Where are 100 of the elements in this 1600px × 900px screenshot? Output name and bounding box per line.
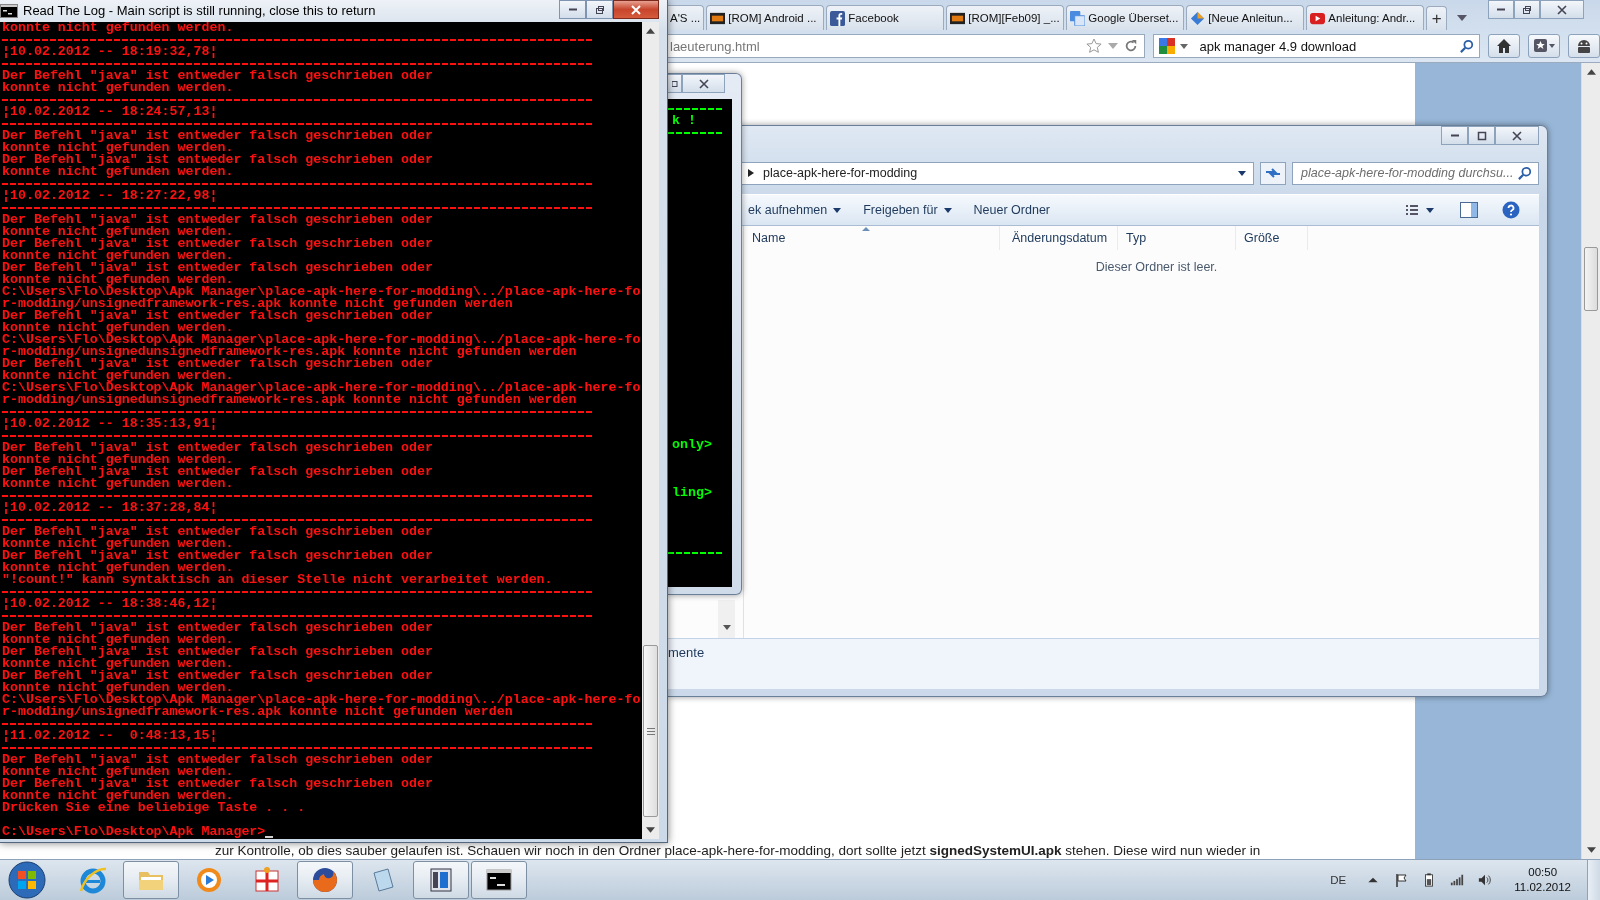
maximize-button[interactable]	[1468, 126, 1495, 145]
close-icon	[698, 78, 709, 89]
scrollbar-thumb[interactable]	[643, 645, 658, 817]
scrollbar-thumb[interactable]	[1584, 247, 1598, 311]
list-view-icon	[1406, 204, 1436, 216]
dropdown-icon[interactable]	[1180, 43, 1189, 49]
console-prompt: C:\Users\Flo\Desktop\Apk Manager>	[2, 826, 266, 838]
facebook-icon	[830, 10, 846, 26]
refresh-button[interactable]	[1260, 161, 1286, 185]
console-line: konnte nicht gefunden werden.	[2, 538, 234, 550]
close-button[interactable]	[613, 0, 659, 19]
toolbar-button[interactable]: Freigeben für	[859, 200, 956, 220]
minimize-icon	[568, 8, 577, 11]
taskbar-button[interactable]	[471, 861, 527, 899]
console-line: k !	[671, 115, 697, 127]
restore-button[interactable]	[586, 0, 613, 19]
home-icon	[1496, 38, 1513, 54]
console-line: Der Befehl "java" ist entweder falsch geschrieben oder	[2, 310, 433, 322]
tab-list-icon[interactable]	[1457, 15, 1468, 21]
search-field[interactable]: place-apk-here-for-modding durchsu...	[1292, 161, 1539, 185]
console-line: Der Befehl "java" ist entweder falsch geschrieben oder	[2, 622, 434, 634]
site-icon	[710, 10, 726, 26]
column-header[interactable]: Typ	[1118, 226, 1236, 250]
column-header[interactable]: Größe	[1236, 226, 1308, 250]
console-line: konnte nicht gefunden werden.	[2, 634, 234, 646]
console-line: konnte nicht gefunden werden.	[2, 22, 235, 34]
new-tab-button[interactable]: +	[1426, 6, 1448, 30]
start-button[interactable]	[7, 860, 47, 900]
scrollbar[interactable]	[642, 22, 659, 839]
dropdown-icon[interactable]	[1238, 170, 1246, 176]
clock-time[interactable]: 00:50	[1528, 865, 1558, 880]
fox-globe-icon	[310, 865, 340, 895]
signal-icon[interactable]	[1450, 873, 1465, 887]
close-icon	[1512, 130, 1522, 141]
bookmark-star-icon[interactable]	[1086, 38, 1103, 54]
maximize-icon	[1476, 130, 1487, 141]
search-icon[interactable]	[1460, 39, 1475, 53]
console-line: ¦10.02.2012 -- 18:35:13,91¦	[2, 418, 219, 430]
minimize-icon	[1450, 134, 1459, 137]
taskbar-button[interactable]	[297, 861, 353, 899]
diamond-icon	[1190, 10, 1206, 26]
browser-tab[interactable]: Anleitung: Andr...	[1306, 5, 1425, 30]
console-line: konnte nicht gefunden werden.	[2, 766, 234, 778]
browser-tab[interactable]: Google Überset...	[1066, 5, 1185, 30]
search-field[interactable]: apk manager 4.9 download	[1153, 34, 1481, 58]
home-button[interactable]	[1488, 34, 1521, 58]
console-line: Der Befehl "java" ist entweder falsch geschrieben oder	[2, 466, 434, 478]
console-line: konnte nicht gefunden werden.	[2, 454, 234, 466]
console-line: r-modding/unsignedunsignedframework-res.apk konnte nicht gefunden werden	[2, 394, 577, 406]
browser-tab[interactable]: [ROM][Feb09] _...	[946, 5, 1065, 30]
window-title: Read The Log - Main script is still running, close this to return	[23, 3, 376, 18]
reload-icon[interactable]	[1124, 39, 1139, 53]
scroll-down-icon[interactable]	[646, 827, 655, 833]
bookmarks-button[interactable]	[1528, 34, 1561, 58]
toolbar-button[interactable]: ek aufnehmen	[744, 200, 846, 220]
console-line: Der Befehl "java" ist entweder falsch geschrieben oder	[2, 754, 434, 766]
console-line: C:\Users\Flo\Desktop\Apk Manager\place-apk-here-for-modding\../place-apk-here-fo	[2, 334, 642, 346]
taskbar-button[interactable]	[413, 861, 469, 899]
scroll-up-icon[interactable]	[1586, 69, 1596, 75]
star-icon	[1533, 38, 1556, 54]
scroll-down-icon[interactable]	[722, 625, 731, 630]
scrollbar[interactable]	[718, 600, 735, 638]
restore-button[interactable]	[1514, 0, 1540, 19]
minimize-icon	[1497, 8, 1505, 11]
language-indicator[interactable]: DE	[1330, 874, 1347, 886]
toolbar-button[interactable]: Neuer Ordner	[969, 200, 1055, 220]
console-line: konnte nicht gefunden werden.	[2, 682, 234, 694]
console-line: Der Befehl "java" ist entweder falsch geschrieben oder	[2, 70, 434, 82]
browser-tab[interactable]: [ROM] Android ...	[706, 5, 825, 30]
console-line: Der Befehl "java" ist entweder falsch geschrieben oder	[2, 442, 434, 454]
console-line: "!count!" kann syntaktisch an dieser Stelle nicht verarbeitet werden.	[2, 574, 554, 586]
browser-tab[interactable]: A'S ...	[668, 5, 705, 30]
console-line: Der Befehl "java" ist entweder falsch geschrieben oder	[2, 550, 434, 562]
close-icon	[631, 4, 641, 15]
console-line: r-modding/unsignedunsignedframework-res.apk konnte nicht gefunden werden	[2, 346, 577, 358]
chevron-icon[interactable]	[748, 169, 754, 177]
flag-icon[interactable]	[1394, 873, 1409, 887]
column-header[interactable]: Änderungsdatum	[1000, 226, 1118, 250]
clock-date[interactable]: 11.02.2012	[1514, 880, 1571, 895]
restore-button[interactable]	[668, 74, 682, 93]
search-icon[interactable]	[1518, 166, 1532, 180]
column-header[interactable]: Name	[744, 226, 1000, 250]
browser-e-icon	[78, 865, 108, 895]
play-icon	[194, 865, 224, 895]
console-line: Der Befehl "java" ist entweder falsch geschrieben oder	[2, 358, 434, 370]
robot-button[interactable]	[1568, 34, 1600, 58]
address-field[interactable]: laeuterung.html	[668, 34, 1146, 58]
console-line: ¦10.02.2012 -- 18:27:22,98¦	[2, 190, 219, 202]
restore-icon	[594, 4, 605, 15]
console-line: Der Befehl "java" ist entweder falsch geschrieben oder	[2, 214, 434, 226]
scroll-up-icon[interactable]	[646, 28, 655, 34]
console-line: konnte nicht gefunden werden.	[2, 166, 235, 178]
browser-tab[interactable]: [Neue Anleitun...	[1186, 5, 1305, 30]
speaker-icon[interactable]	[1478, 873, 1493, 887]
browser-tab[interactable]: Facebook	[826, 5, 945, 30]
console-line: konnte nicht gefunden werden.	[2, 82, 235, 94]
console-line: C:\Users\Flo\Desktop\Apk Manager\place-apk-here-for-modding\../place-apk-here-fo	[2, 382, 642, 394]
grip-icon	[646, 727, 655, 735]
scroll-down-icon[interactable]	[1586, 847, 1596, 853]
scrollbar[interactable]	[1581, 63, 1600, 859]
